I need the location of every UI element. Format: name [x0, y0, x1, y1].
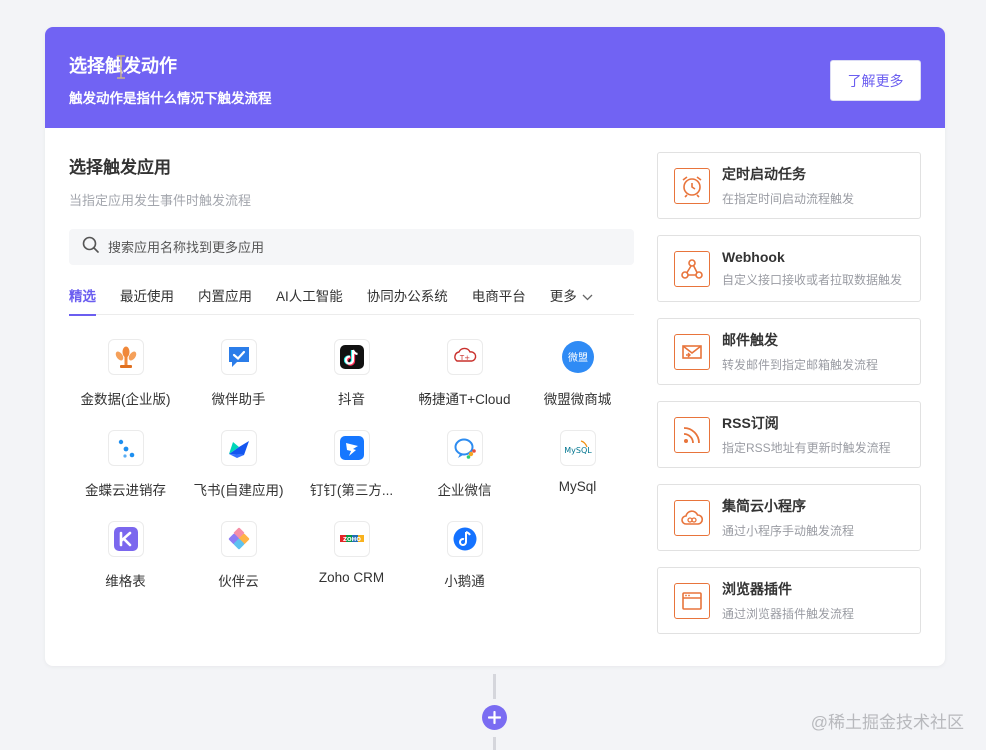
app-name: 钉钉(第三方...: [309, 483, 394, 498]
app-name: 伙伴云: [218, 574, 259, 589]
svg-text:ZOHO: ZOHO: [343, 537, 361, 543]
app-grid: 金数据(企业版) 微伴助手 抖音 T+ 畅捷通T+Cloud 微盟 微盟微商城 …: [69, 325, 634, 598]
zoho-icon: ZOHO: [333, 521, 370, 557]
tab-ai[interactable]: AI人工智能: [276, 279, 343, 315]
svg-text:MySQL: MySQL: [564, 446, 592, 455]
text-cursor-icon: [117, 55, 125, 79]
app-item-chanjet[interactable]: T+ 畅捷通T+Cloud: [408, 325, 521, 416]
app-name: Zoho CRM: [318, 570, 385, 585]
trigger-title: 邮件触发: [722, 332, 778, 348]
add-step-button[interactable]: [482, 705, 507, 730]
trigger-desc: 转发邮件到指定邮箱触发流程: [722, 358, 879, 372]
trigger-email[interactable]: 邮件触发 转发邮件到指定邮箱触发流程: [657, 318, 921, 385]
app-item-weimob[interactable]: 微盟 微盟微商城: [521, 325, 634, 416]
tab-recent[interactable]: 最近使用: [120, 279, 174, 315]
app-item-jinshuju[interactable]: 金数据(企业版): [69, 325, 182, 416]
tab-featured[interactable]: 精选: [69, 279, 96, 316]
search-icon: [82, 236, 99, 258]
app-section-subtitle: 当指定应用发生事件时触发流程: [69, 193, 252, 208]
trigger-scheduled[interactable]: 定时启动任务 在指定时间启动流程触发: [657, 152, 921, 219]
weiban-icon: [220, 339, 257, 375]
tab-builtin[interactable]: 内置应用: [198, 279, 252, 315]
trigger-miniprogram[interactable]: 集简云小程序 通过小程序手动触发流程: [657, 484, 921, 551]
trigger-title: 定时启动任务: [722, 166, 806, 182]
douyin-icon: [333, 339, 370, 375]
browser-icon: [674, 582, 710, 619]
trigger-title: RSS订阅: [722, 415, 779, 431]
app-item-xiaoe[interactable]: 小鹅通: [408, 507, 521, 598]
huoban-icon: [220, 521, 257, 557]
trigger-desc: 自定义接口接收或者拉取数据触发: [722, 273, 903, 287]
plus-icon: [488, 711, 501, 724]
trigger-desc: 在指定时间启动流程触发: [722, 192, 855, 206]
app-name: 小鹅通: [444, 574, 485, 589]
webhook-icon: [674, 250, 710, 287]
trigger-list: 定时启动任务 在指定时间启动流程触发 Webhook 自定义接口接收或者拉取数据…: [657, 152, 921, 650]
app-category-tabs: 精选 最近使用 内置应用 AI人工智能 协同办公系统 电商平台 更多: [69, 279, 634, 316]
app-item-dingtalk[interactable]: 钉钉(第三方...: [295, 416, 408, 507]
app-item-vika[interactable]: 维格表: [69, 507, 182, 598]
mysql-icon: MySQL: [559, 430, 596, 466]
wecom-icon: [446, 430, 483, 466]
flow-connector-top: [493, 674, 496, 699]
kingdee-icon: [107, 430, 144, 466]
watermark: @稀土掘金技术社区: [810, 713, 964, 732]
trigger-title: Webhook: [722, 249, 785, 265]
svg-text:T+: T+: [458, 354, 469, 362]
app-name: 金数据(企业版): [80, 392, 171, 407]
app-name: 飞书(自建应用): [193, 483, 284, 498]
trigger-desc: 通过小程序手动触发流程: [722, 524, 855, 538]
app-name: 微盟微商城: [543, 392, 612, 407]
svg-text:微盟: 微盟: [568, 351, 588, 364]
tab-office[interactable]: 协同办公系统: [367, 279, 448, 315]
app-name: 畅捷通T+Cloud: [418, 392, 511, 407]
trigger-webhook[interactable]: Webhook 自定义接口接收或者拉取数据触发: [657, 235, 921, 302]
cloud-icon: [674, 499, 710, 536]
app-item-mysql[interactable]: MySQL MySql: [521, 416, 634, 507]
tab-ecommerce[interactable]: 电商平台: [472, 279, 526, 315]
card-header: 选择触发动作 触发动作是指什么情况下触发流程 了解更多: [45, 27, 945, 128]
app-name: MySql: [558, 479, 597, 494]
trigger-selection-card: 选择触发动作 触发动作是指什么情况下触发流程 了解更多 选择触发应用 当指定应用…: [45, 27, 945, 666]
app-item-feishu[interactable]: 飞书(自建应用): [182, 416, 295, 507]
alarm-clock-icon: [674, 167, 710, 204]
rss-icon: [674, 416, 710, 453]
app-name: 金蝶云进销存: [85, 483, 166, 498]
vika-icon: [107, 521, 144, 557]
tab-more-label: 更多: [549, 288, 577, 304]
trigger-desc: 指定RSS地址有更新时触发流程: [722, 441, 891, 455]
chanjet-icon: T+: [446, 339, 483, 375]
app-name: 微伴助手: [211, 392, 266, 407]
app-name: 企业微信: [437, 483, 492, 498]
app-name: 抖音: [338, 392, 365, 407]
app-item-weiban[interactable]: 微伴助手: [182, 325, 295, 416]
app-item-huoban[interactable]: 伙伴云: [182, 507, 295, 598]
search-box[interactable]: [69, 229, 634, 265]
xiaoe-icon: [446, 521, 483, 557]
app-section-title: 选择触发应用: [69, 158, 171, 177]
trigger-title: 浏览器插件: [722, 581, 792, 597]
learn-more-button[interactable]: 了解更多: [830, 60, 921, 101]
app-item-wecom[interactable]: 企业微信: [408, 416, 521, 507]
mail-icon: [674, 333, 710, 370]
feishu-icon: [220, 430, 257, 466]
app-name: 维格表: [105, 574, 146, 589]
app-item-zoho[interactable]: ZOHO Zoho CRM: [295, 507, 408, 598]
trigger-desc: 通过浏览器插件触发流程: [722, 607, 855, 621]
jinshuju-icon: [107, 339, 144, 375]
flow-connector-bottom: [493, 737, 496, 750]
page-subtitle: 触发动作是指什么情况下触发流程: [69, 91, 272, 106]
search-input[interactable]: [108, 239, 588, 255]
weimob-icon: 微盟: [559, 339, 596, 375]
trigger-browser-plugin[interactable]: 浏览器插件 通过浏览器插件触发流程: [657, 567, 921, 634]
trigger-rss[interactable]: RSS订阅 指定RSS地址有更新时触发流程: [657, 401, 921, 468]
tab-more[interactable]: 更多: [550, 279, 593, 315]
dingtalk-icon: [333, 430, 370, 466]
app-item-douyin[interactable]: 抖音: [295, 325, 408, 416]
app-item-kingdee[interactable]: 金蝶云进销存: [69, 416, 182, 507]
chevron-down-icon: [582, 279, 593, 315]
app-section: 选择触发应用 当指定应用发生事件时触发流程 精选 最近使用 内置应用 AI人工智…: [69, 128, 634, 598]
trigger-title: 集简云小程序: [722, 498, 806, 514]
